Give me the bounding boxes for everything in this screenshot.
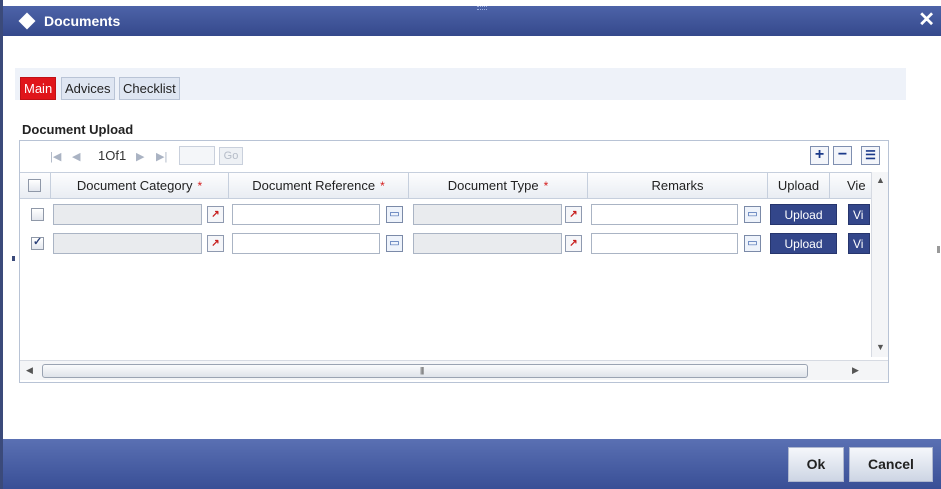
header-document-category-label: Document Category xyxy=(76,178,193,193)
remarks-input[interactable] xyxy=(591,204,738,225)
header-document-type[interactable]: Document Type * xyxy=(409,173,588,198)
document-upload-heading: Document Upload xyxy=(22,122,134,137)
text-edit-icon[interactable]: ▭ xyxy=(744,206,761,223)
title-bar[interactable]: Documents ✕ xyxy=(3,6,941,36)
scroll-right-icon[interactable]: ▶ xyxy=(852,365,859,376)
document-type-input[interactable] xyxy=(413,204,562,225)
page-indicator: 1Of1 xyxy=(98,148,127,163)
grid-header-row: Document Category * Document Reference * D… xyxy=(20,172,871,199)
header-view-label: Vie xyxy=(847,178,866,193)
row-checkbox[interactable] xyxy=(31,235,44,250)
header-view[interactable]: Vie xyxy=(830,173,871,198)
drag-grip-icon[interactable] xyxy=(477,6,487,10)
header-document-type-label: Document Type xyxy=(447,178,539,193)
header-document-category[interactable]: Document Category * xyxy=(51,173,229,198)
pager-bar: |◀ ◀ 1Of1 ▶ ▶| Go + − ☰ xyxy=(20,141,888,171)
select-all-checkbox[interactable] xyxy=(28,179,41,192)
text-edit-icon[interactable]: ▭ xyxy=(744,235,761,252)
lov-search-icon[interactable]: ↗ xyxy=(207,235,224,252)
header-remarks-label: Remarks xyxy=(651,178,704,193)
upload-button[interactable]: Upload xyxy=(770,233,837,254)
remarks-input[interactable] xyxy=(591,233,738,254)
document-reference-input[interactable] xyxy=(232,233,380,254)
table-row: ↗ ▭ ↗ ▭ Upload Vi xyxy=(20,200,871,229)
document-reference-input[interactable] xyxy=(232,204,380,225)
document-upload-grid: |◀ ◀ 1Of1 ▶ ▶| Go + − ☰ Document Categor… xyxy=(19,140,889,383)
document-category-input[interactable] xyxy=(53,233,202,254)
view-button[interactable]: Vi xyxy=(848,204,870,225)
scroll-left-icon[interactable]: ◀ xyxy=(26,365,33,376)
scroll-up-icon[interactable]: ▲ xyxy=(876,175,885,185)
upload-button[interactable]: Upload xyxy=(770,204,837,225)
lov-search-icon[interactable]: ↗ xyxy=(565,206,582,223)
required-marker: * xyxy=(543,179,549,193)
cancel-button[interactable]: Cancel xyxy=(849,447,933,482)
ok-button[interactable]: Ok xyxy=(788,447,844,482)
required-marker: * xyxy=(197,179,203,193)
lov-search-icon[interactable]: ↗ xyxy=(207,206,224,223)
window-title: Documents xyxy=(44,13,121,29)
horizontal-scrollbar[interactable]: ◀ ||| ▶ xyxy=(20,360,888,380)
text-edit-icon[interactable]: ▭ xyxy=(386,206,403,223)
required-marker: * xyxy=(380,179,385,193)
close-icon[interactable]: ✕ xyxy=(918,9,935,31)
app-diamond-icon xyxy=(18,12,36,30)
first-page-icon[interactable]: |◀ xyxy=(50,150,61,163)
single-view-icon[interactable]: ☰ xyxy=(861,146,880,165)
documents-window: Documents ✕ Main Advices Checklist Docum… xyxy=(0,0,941,489)
document-category-input[interactable] xyxy=(53,204,202,225)
vertical-scrollbar[interactable]: ▲ ▼ xyxy=(871,172,888,357)
resize-marker xyxy=(12,256,15,261)
tab-advices[interactable]: Advices xyxy=(61,77,115,100)
header-document-reference[interactable]: Document Reference * xyxy=(229,173,409,198)
thumb-grip-icon: ||| xyxy=(420,366,424,375)
scroll-down-icon[interactable]: ▼ xyxy=(876,342,885,352)
footer-bar: Ok Cancel xyxy=(3,439,941,489)
header-select-all-cell xyxy=(20,173,51,198)
tab-main[interactable]: Main xyxy=(20,77,57,100)
header-remarks[interactable]: Remarks xyxy=(588,173,768,198)
row-checkbox[interactable] xyxy=(31,208,44,221)
header-upload[interactable]: Upload xyxy=(768,173,830,198)
add-row-icon[interactable]: + xyxy=(810,146,829,165)
view-button[interactable]: Vi xyxy=(848,233,870,254)
delete-row-icon[interactable]: − xyxy=(833,146,852,165)
resize-marker xyxy=(937,246,940,253)
text-edit-icon[interactable]: ▭ xyxy=(386,235,403,252)
next-page-icon[interactable]: ▶ xyxy=(136,150,144,163)
scroll-thumb[interactable]: ||| xyxy=(42,364,808,378)
lov-search-icon[interactable]: ↗ xyxy=(565,235,582,252)
go-button[interactable]: Go xyxy=(219,147,243,165)
header-document-reference-label: Document Reference xyxy=(252,178,376,193)
previous-page-icon[interactable]: ◀ xyxy=(72,150,80,163)
last-page-icon[interactable]: ▶| xyxy=(156,150,167,163)
tab-checklist[interactable]: Checklist xyxy=(119,77,180,100)
table-row: ↗ ▭ ↗ ▭ Upload Vi xyxy=(20,229,871,258)
tab-strip: Main Advices Checklist xyxy=(15,68,906,100)
page-number-input[interactable] xyxy=(179,146,215,165)
header-upload-label: Upload xyxy=(777,178,820,193)
document-type-input[interactable] xyxy=(413,233,562,254)
